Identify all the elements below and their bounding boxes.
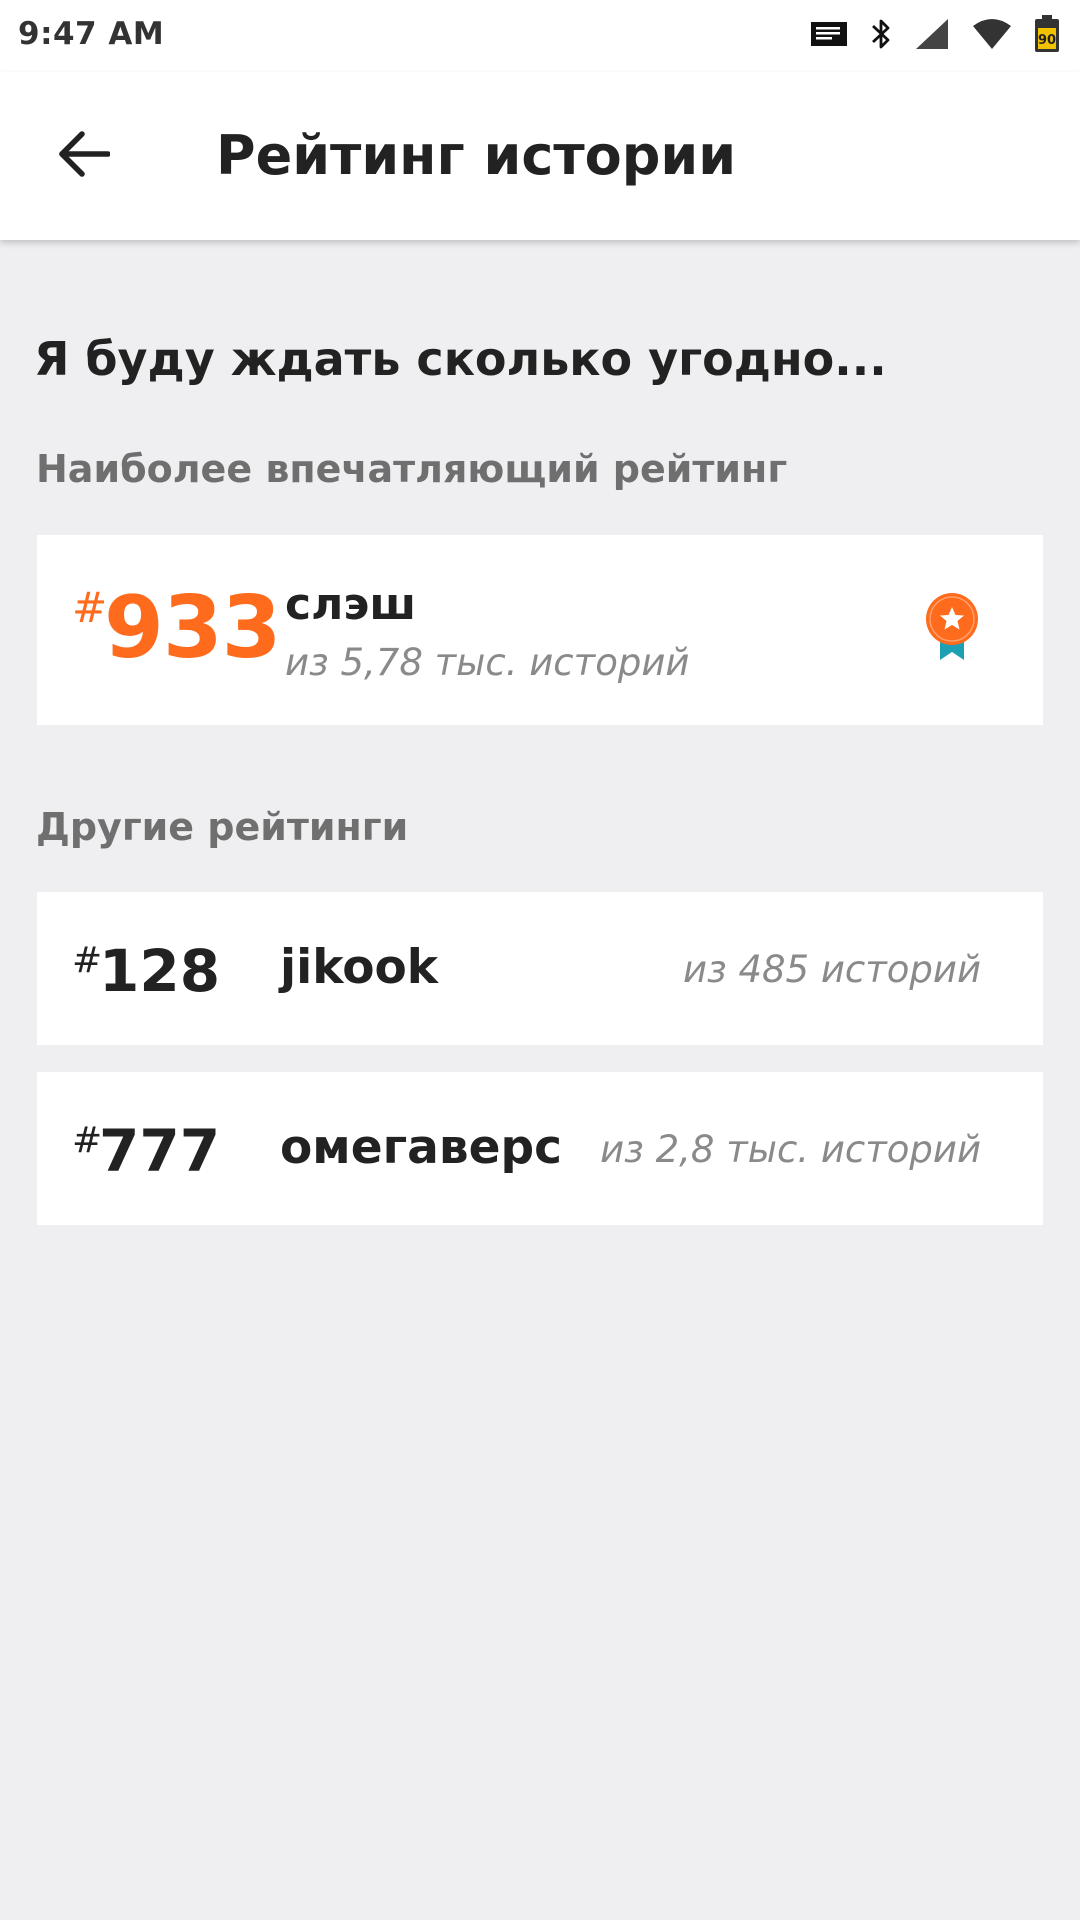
- rank-hash: #: [72, 1120, 103, 1161]
- stories-count: из 485 историй: [682, 948, 981, 991]
- tag-name: омегаверс: [280, 1120, 562, 1175]
- page-title: Рейтинг истории: [216, 124, 737, 187]
- rank-number: 777: [99, 1117, 221, 1185]
- app-bar: Рейтинг истории: [0, 72, 1080, 240]
- wifi-icon: [972, 17, 1012, 55]
- cellular-signal-icon: [914, 17, 950, 55]
- battery-icon: 90: [1034, 15, 1060, 57]
- bluetooth-icon: [870, 17, 892, 55]
- ranking-card[interactable]: # 777 омегаверс из 2,8 тыс. историй: [37, 1072, 1043, 1225]
- status-bar: 9:47 AM 90: [0, 0, 1080, 72]
- rank-hash: #: [72, 940, 103, 981]
- stories-count: из 2,8 тыс. историй: [600, 1128, 981, 1171]
- rank-hash: #: [72, 583, 108, 632]
- award-ribbon-icon: [922, 591, 982, 663]
- stories-count: из 5,78 тыс. историй: [285, 641, 690, 684]
- tag-name: jikook: [280, 940, 439, 995]
- rank-number: 933: [104, 578, 282, 678]
- battery-level-text: 90: [1038, 33, 1056, 48]
- back-button[interactable]: [44, 116, 124, 196]
- rank-number: 128: [99, 937, 221, 1005]
- status-icons: 90: [788, 15, 1060, 57]
- status-time: 9:47 AM: [18, 16, 165, 52]
- featured-section-label: Наиболее впечатляющий рейтинг: [36, 447, 788, 491]
- back-arrow-icon: [58, 131, 111, 181]
- story-title: Я буду ждать сколько угодно...: [34, 332, 887, 386]
- tag-name: слэш: [285, 579, 417, 630]
- notification-icon: [810, 20, 848, 52]
- featured-ranking-card[interactable]: # 933 слэш из 5,78 тыс. историй: [37, 535, 1043, 725]
- ranking-card[interactable]: # 128 jikook из 485 историй: [37, 892, 1043, 1045]
- other-rankings-label: Другие рейтинги: [36, 805, 409, 849]
